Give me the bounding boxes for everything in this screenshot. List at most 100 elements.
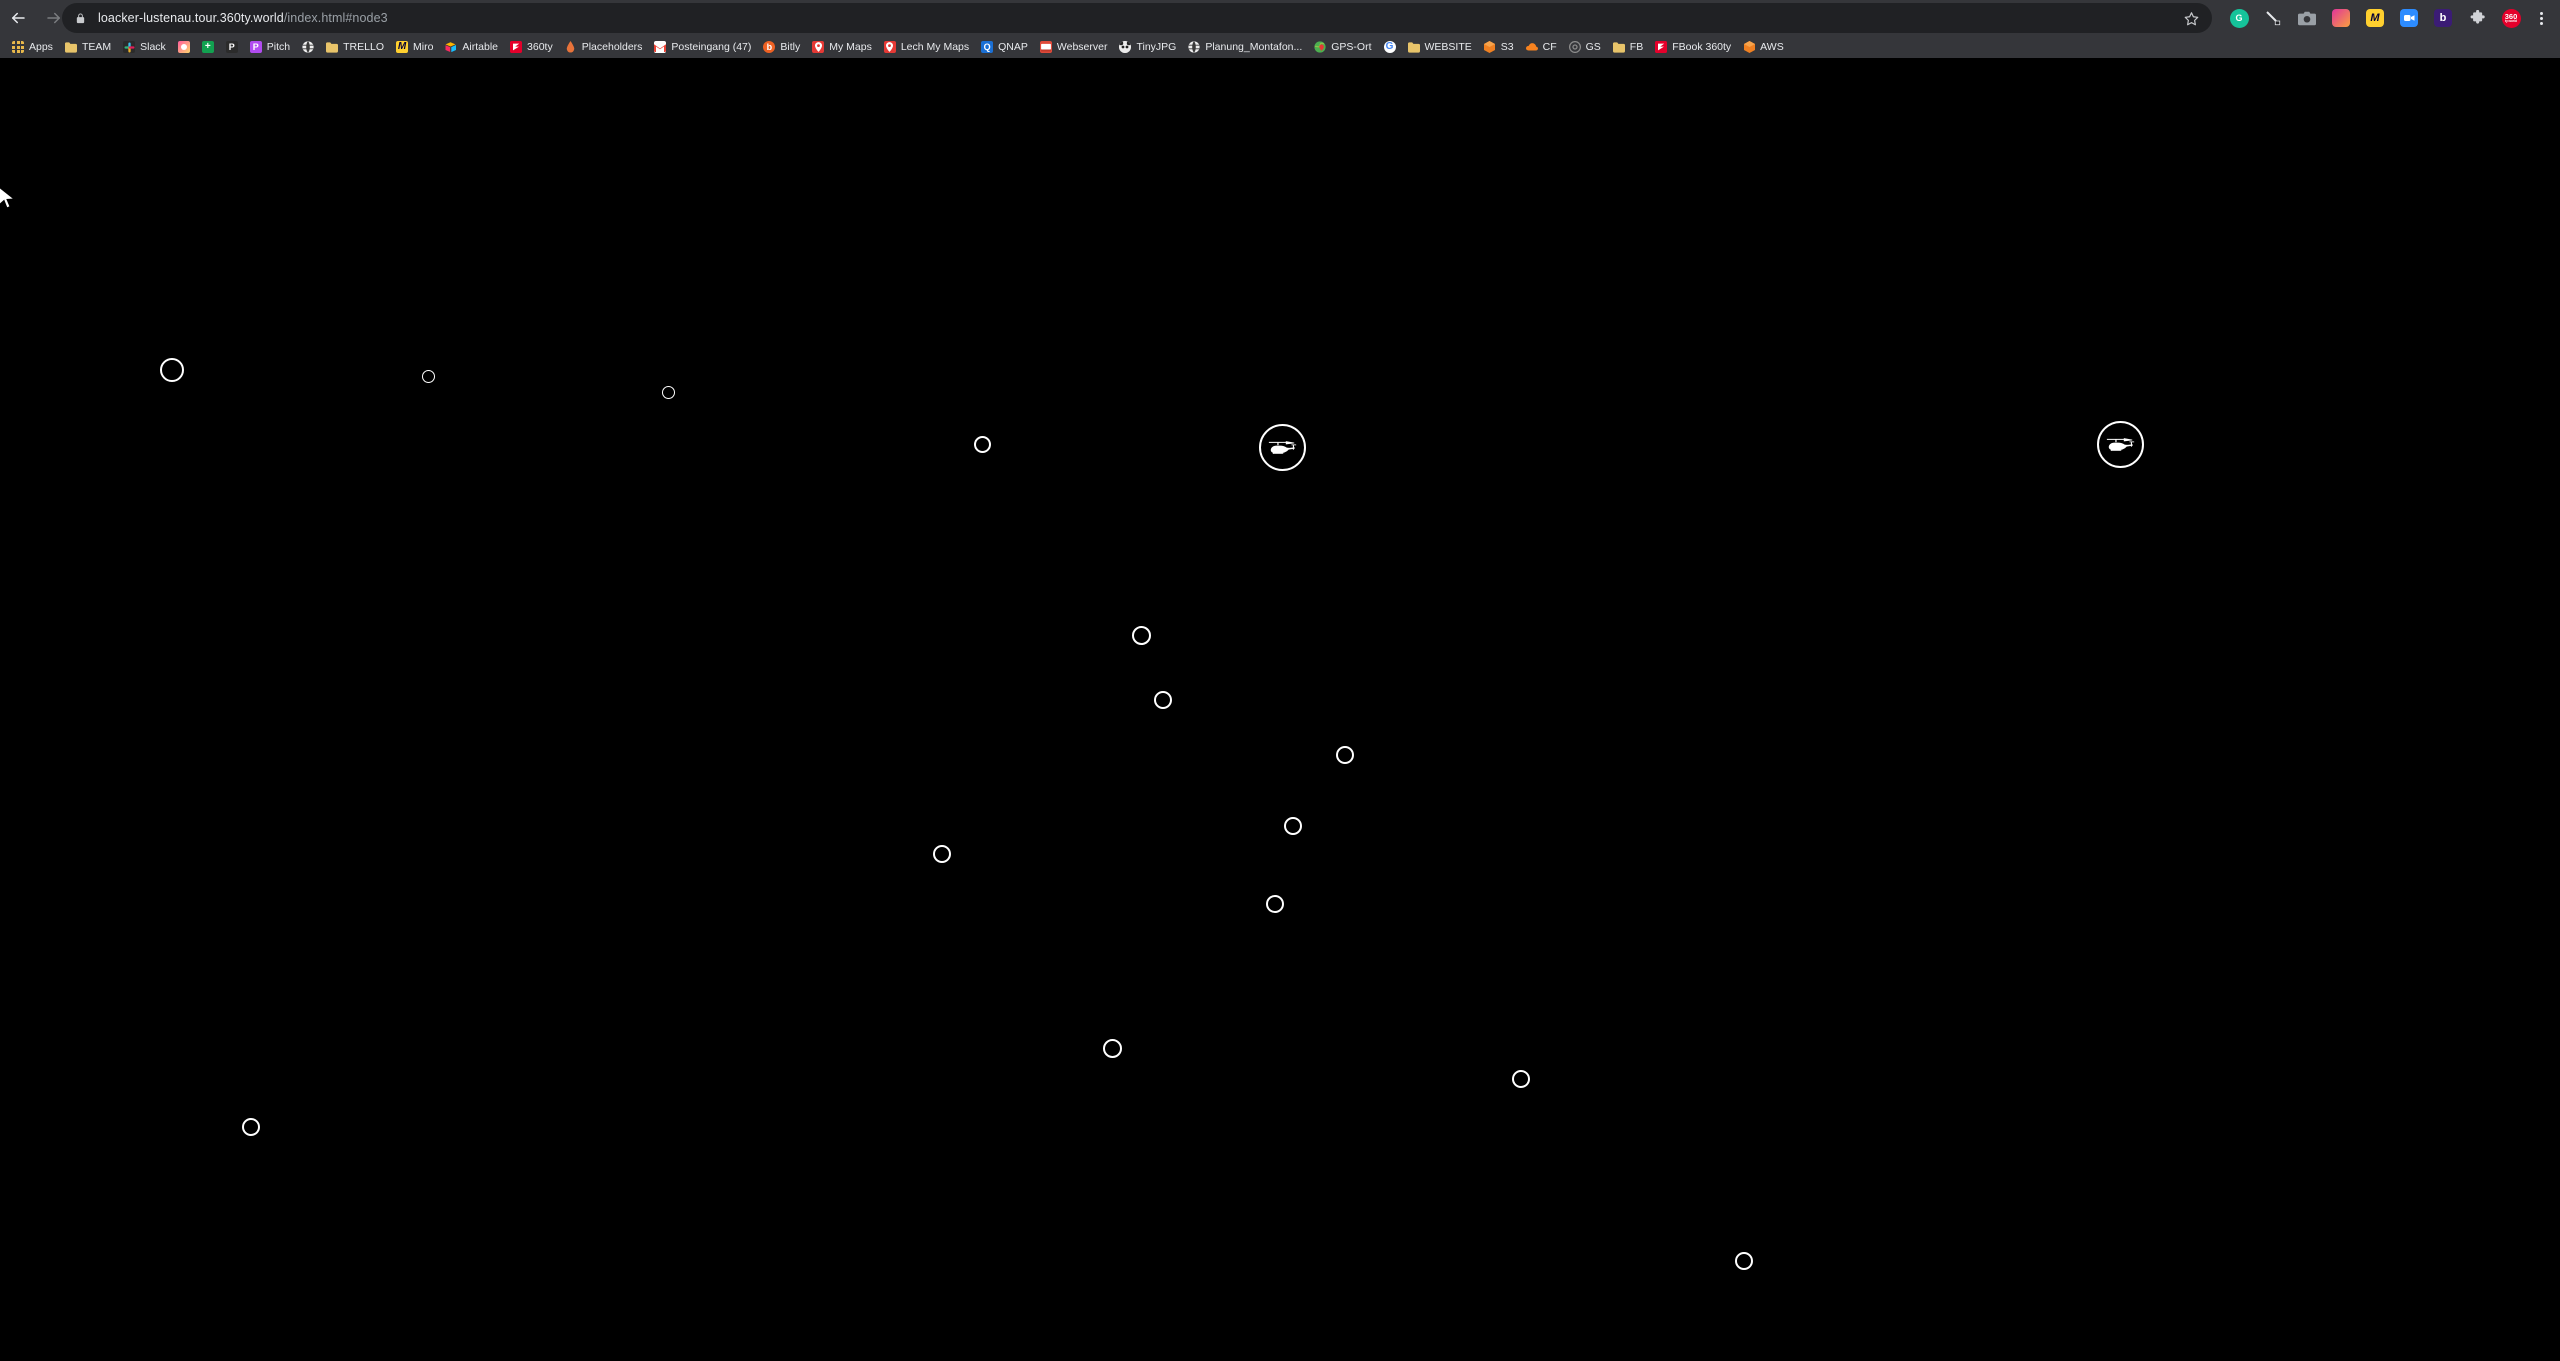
bookmark-label: CF (1542, 41, 1557, 53)
bookmark-apps[interactable]: Apps (6, 37, 59, 57)
screenshot-camera-extension[interactable] (2290, 0, 2324, 36)
hotspot-node-4[interactable] (973, 435, 991, 453)
browser-chrome: loacker-lustenau.tour.360ty.world/index.… (0, 0, 2560, 58)
back-button[interactable] (0, 0, 36, 36)
bookmark-label: WEBSITE (1424, 41, 1472, 53)
hotspot-node-12[interactable] (1512, 1070, 1530, 1088)
teamwork-icon: + (201, 41, 214, 53)
browser-toolbar: loacker-lustenau.tour.360ty.world/index.… (0, 0, 2560, 36)
lock-icon (75, 12, 86, 25)
slack-icon (123, 41, 136, 53)
bookmark-clickup[interactable] (172, 37, 196, 57)
bookmark-label: Webserver (1056, 41, 1108, 53)
clickup-icon (177, 41, 190, 53)
bookmark-tinyjpg[interactable]: TinyJPG (1113, 37, 1182, 57)
hotspot-node-6[interactable] (1154, 691, 1172, 709)
hotspot-node-14[interactable] (1735, 1252, 1753, 1270)
address-bar-text: loacker-lustenau.tour.360ty.world/index.… (98, 11, 388, 25)
bookmark-label: My Maps (829, 41, 872, 53)
aws-cube-icon (1484, 41, 1496, 53)
pitch-dark-icon: P (225, 41, 238, 53)
folder-icon (1407, 41, 1420, 53)
bookmark-trello[interactable]: TRELLO (320, 37, 390, 57)
hotspot-node-1[interactable] (160, 358, 184, 382)
drop-icon (565, 41, 577, 53)
bookmark-bitly[interactable]: b Bitly (757, 37, 806, 57)
clickup-extension[interactable] (2324, 0, 2358, 36)
bookmark-globe-site[interactable] (296, 37, 320, 57)
hotspot-node-7[interactable] (1336, 746, 1354, 764)
panda-icon (1119, 41, 1132, 53)
bookmark-fbook-360ty[interactable]: FBook 360ty (1649, 37, 1737, 57)
bookmark-cf[interactable]: CF (1520, 37, 1563, 57)
bookmark-aws[interactable]: AWS (1737, 37, 1790, 57)
bookmark-label: GS (1585, 41, 1601, 53)
hotspot-node-2[interactable] (421, 369, 435, 383)
hotspot-node-3[interactable] (661, 385, 675, 399)
miro-icon: M (396, 41, 408, 53)
hotspot-node-10[interactable] (1266, 895, 1284, 913)
bookmark-team[interactable]: TEAM (59, 37, 117, 57)
bookmark-star-icon[interactable] (2180, 7, 2202, 29)
marker-pen-extension[interactable] (2256, 0, 2290, 36)
aws-cube-icon (1743, 41, 1755, 53)
extensions-puzzle-icon[interactable] (2460, 0, 2494, 36)
bookmark-label: TRELLO (343, 41, 384, 53)
miro-extension[interactable]: M (2358, 0, 2392, 36)
bookmark-planung-montafon[interactable]: Planung_Montafon... (1182, 37, 1308, 57)
bookmark-fb[interactable]: FB (1607, 37, 1649, 57)
bookmark-label: Posteingang (47) (671, 41, 752, 53)
url-path: /index.html#node3 (283, 11, 388, 25)
bookmark-label: TEAM (81, 41, 112, 53)
hotspot-node-9[interactable] (933, 845, 951, 863)
bookmark-label: Miro (413, 41, 434, 53)
bookmark-s3[interactable]: S3 (1478, 37, 1520, 57)
bookmark-website[interactable]: WEBSITE (1402, 37, 1478, 57)
bookmark-qnap[interactable]: Q QNAP (975, 37, 1034, 57)
extensions-strip: G M b 360 ty.world (2222, 0, 2554, 36)
bookmark-gps-ort[interactable]: GPS-Ort (1308, 37, 1377, 57)
helicopter-icon (2106, 438, 2135, 451)
hotspot-node-11[interactable] (1102, 1038, 1122, 1058)
bookmark-label: TinyJPG (1136, 41, 1177, 53)
earth-pin-icon (1314, 41, 1326, 53)
bookmarks-bar: Apps TEAM Slack + P P Pitch TRELLO M Miro Airtable… (0, 36, 2560, 58)
hotspot-node-13[interactable] (242, 1118, 260, 1136)
bookmark-google[interactable]: G (1378, 37, 1402, 57)
hotspot-helicopter-1[interactable] (1258, 423, 1306, 471)
three-dot-menu-icon[interactable] (2528, 11, 2554, 25)
zoom-extension[interactable] (2392, 0, 2426, 36)
cloudflare-icon (1525, 41, 1538, 53)
bookmark-slack[interactable]: Slack (117, 37, 172, 57)
hotspot-helicopter-2[interactable] (2096, 420, 2144, 468)
bookmark-teamwork[interactable]: + (196, 37, 220, 57)
google-icon: G (1383, 41, 1396, 53)
bookmark-gs[interactable]: GS (1563, 37, 1607, 57)
bookmark-placeholders[interactable]: Placeholders (559, 37, 649, 57)
bookmark-label: S3 (1500, 41, 1514, 53)
bookmark-webserver[interactable]: Webserver (1034, 37, 1114, 57)
folder-icon (326, 41, 339, 53)
bookmark-lech-my-maps[interactable]: Lech My Maps (878, 37, 975, 57)
bitly-extension[interactable]: b (2426, 0, 2460, 36)
bookmark-pitch[interactable]: P Pitch (244, 37, 296, 57)
bookmark-posteingang[interactable]: Posteingang (47) (648, 37, 757, 57)
bookmark-my-maps[interactable]: My Maps (806, 37, 878, 57)
gmail-icon (654, 41, 667, 53)
hotspot-node-5[interactable] (1131, 625, 1151, 645)
hotspot-node-8[interactable] (1284, 817, 1302, 835)
bookmark-miro[interactable]: M Miro (390, 37, 439, 57)
globe-icon (1188, 41, 1200, 53)
bookmark-pitch-dark[interactable]: P (220, 37, 244, 57)
map-pin-icon (883, 41, 896, 53)
grammarly-extension[interactable]: G (2222, 0, 2256, 36)
bookmark-label: Lech My Maps (900, 41, 970, 53)
address-bar[interactable]: loacker-lustenau.tour.360ty.world/index.… (62, 3, 2212, 33)
bookmark-360ty[interactable]: 360ty (504, 37, 559, 57)
map-pin-icon (812, 41, 825, 53)
360ty-extension[interactable]: 360 ty.world (2494, 0, 2528, 36)
bookmark-airtable[interactable]: Airtable (439, 37, 504, 57)
tour-viewport[interactable] (0, 58, 2560, 1361)
ghost-icon (1568, 41, 1581, 53)
bookmark-label: Airtable (462, 41, 499, 53)
